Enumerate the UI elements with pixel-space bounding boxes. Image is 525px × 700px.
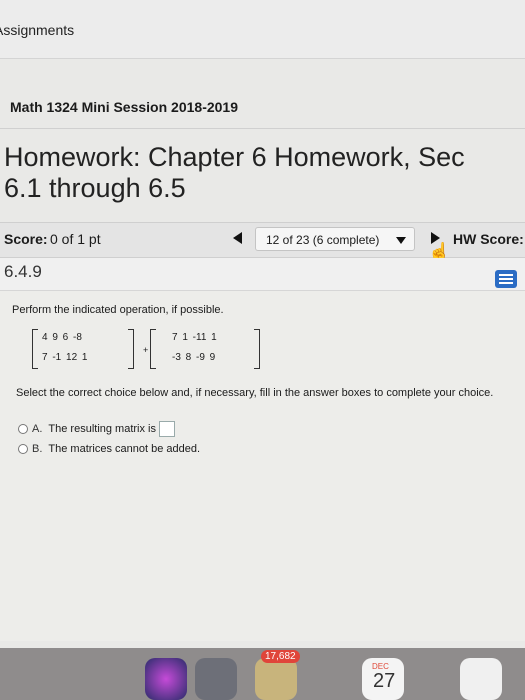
matrix-b-row-1: 7 1 -11 1	[172, 332, 217, 343]
score-value: 0 of 1 pt	[50, 231, 101, 247]
menu-icon	[499, 274, 513, 276]
question-selector[interactable]: 12 of 23 (6 complete)	[255, 227, 415, 251]
instruction-text: Select the correct choice below and, if …	[16, 387, 494, 399]
choice-letter: B.	[32, 443, 43, 455]
hw-score-label: HW Score:	[453, 231, 524, 247]
photos-app-icon[interactable]: 17,682	[255, 650, 300, 700]
menu-icon	[499, 278, 513, 280]
previous-question-icon[interactable]	[233, 232, 242, 244]
dock: 17,682 DEC 27	[0, 648, 525, 700]
choice-letter: A.	[32, 422, 43, 435]
homework-title: Homework: Chapter 6 Homework, Sec 6.1 th…	[4, 142, 465, 203]
problem-prompt: Perform the indicated operation, if poss…	[12, 304, 224, 316]
radio-button[interactable]	[18, 444, 28, 455]
matrix-a-row-2: 7 -1 12 1	[42, 352, 88, 363]
menu-icon	[499, 282, 513, 284]
chevron-down-icon	[396, 237, 406, 244]
choice-b[interactable]: B. The matrices cannot be added.	[18, 443, 200, 455]
bracket-right	[128, 329, 134, 369]
bracket-left	[32, 329, 38, 369]
question-header: 6.4.9	[0, 258, 525, 291]
choice-a[interactable]: A. The resulting matrix is	[18, 421, 175, 437]
answer-box[interactable]	[159, 421, 175, 437]
question-content: Perform the indicated operation, if poss…	[0, 291, 525, 641]
question-number: 6.4.9	[4, 262, 42, 281]
notification-badge: 17,682	[261, 650, 300, 663]
radio-button[interactable]	[18, 424, 28, 434]
bracket-right	[254, 329, 260, 369]
launchpad-icon[interactable]	[195, 658, 237, 700]
calendar-icon[interactable]: DEC 27	[362, 658, 404, 700]
score-label: Score:	[4, 231, 48, 247]
matrix-a-row-1: 4 9 6 -8	[42, 332, 82, 343]
choice-text: The matrices cannot be added.	[48, 443, 201, 455]
bracket-left	[150, 329, 156, 369]
matrix-b: 7 1 -11 1 -3 8 -9 9	[150, 329, 260, 369]
course-title: Math 1324 Mini Session 2018-2019	[10, 99, 238, 115]
matrix-b-row-2: -3 8 -9 9	[172, 352, 216, 363]
divider	[0, 128, 525, 129]
choice-text: The resulting matrix is	[48, 422, 156, 435]
matrix-a: 4 9 6 -8 7 -1 12 1	[32, 329, 142, 369]
question-selector-value: 12 of 23 (6 complete)	[266, 233, 380, 247]
calendar-day: 27	[373, 670, 396, 692]
score-bar: Score: 0 of 1 pt 12 of 23 (6 complete) ☝…	[0, 222, 525, 262]
plus-operator: +	[143, 345, 149, 355]
siri-icon[interactable]	[145, 658, 187, 700]
top-bar: Assignments	[0, 0, 525, 59]
assignments-link[interactable]: Assignments	[0, 22, 74, 38]
reminders-icon[interactable]	[460, 658, 502, 700]
menu-button[interactable]	[495, 270, 517, 288]
